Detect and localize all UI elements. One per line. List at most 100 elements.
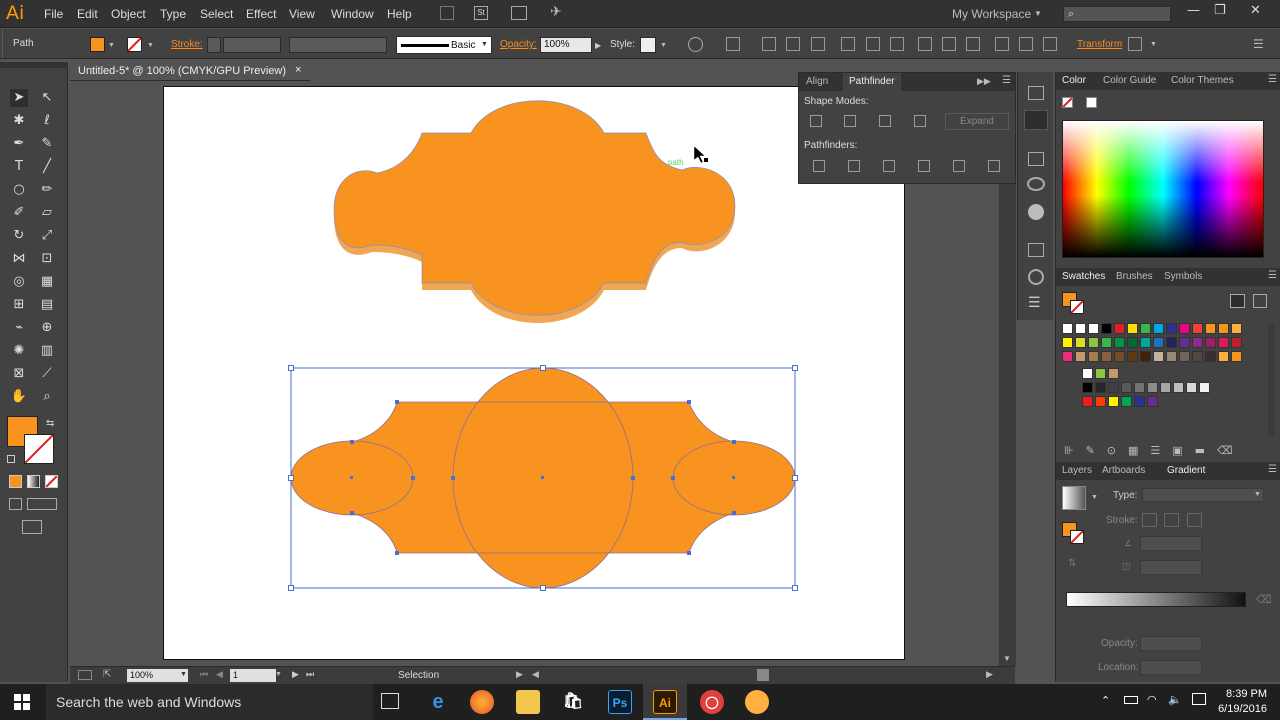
- close-icon[interactable]: ✕: [1250, 3, 1261, 18]
- tab-color-themes[interactable]: Color Themes: [1171, 75, 1234, 86]
- swatch[interactable]: [1082, 396, 1093, 407]
- input-method-icon[interactable]: [1192, 693, 1206, 705]
- swatch[interactable]: [1205, 323, 1216, 334]
- tab-color[interactable]: Color: [1062, 75, 1086, 86]
- swatch[interactable]: [1166, 351, 1177, 362]
- expand-button[interactable]: Expand: [945, 113, 1009, 130]
- artboard-nav-icon[interactable]: [78, 670, 92, 680]
- illustrator-icon[interactable]: Ai: [653, 690, 677, 714]
- panel-menu-icon[interactable]: ☰: [1268, 74, 1277, 85]
- tab-swatches[interactable]: Swatches: [1062, 271, 1105, 282]
- swatch[interactable]: [1082, 368, 1093, 379]
- swatch[interactable]: [1218, 323, 1229, 334]
- scroll-right-icon[interactable]: ▶: [986, 669, 993, 680]
- first-artboard-icon[interactable]: ⏮: [200, 669, 208, 680]
- swatch[interactable]: [1153, 351, 1164, 362]
- swatch[interactable]: [1231, 351, 1242, 362]
- swatch[interactable]: [1127, 337, 1138, 348]
- artboards-panel-icon[interactable]: [1028, 86, 1044, 100]
- swatch[interactable]: [1173, 382, 1184, 393]
- artboard-dropdown-icon[interactable]: ▼: [275, 671, 282, 678]
- trim-icon[interactable]: [848, 160, 860, 172]
- tab-symbols[interactable]: Symbols: [1164, 271, 1202, 282]
- symbols-panel-icon[interactable]: [1028, 269, 1044, 285]
- status-tool-label[interactable]: Selection: [398, 670, 439, 681]
- appearance-panel-icon[interactable]: [1028, 204, 1044, 220]
- gradient-opacity-field[interactable]: [1140, 636, 1202, 651]
- swatch[interactable]: [1062, 351, 1073, 362]
- intersect-icon[interactable]: [879, 115, 891, 127]
- firefox-icon[interactable]: [470, 690, 494, 714]
- horizontal-distribute-center-icon[interactable]: [1019, 37, 1033, 51]
- swatches-scrollbar[interactable]: [1268, 325, 1274, 435]
- swatch[interactable]: [1147, 382, 1158, 393]
- swatch[interactable]: [1231, 337, 1242, 348]
- swatch[interactable]: [1192, 351, 1203, 362]
- swatch[interactable]: [1205, 351, 1216, 362]
- swatch[interactable]: [1062, 323, 1073, 334]
- next-artboard-icon[interactable]: ▶: [292, 669, 299, 680]
- swatch[interactable]: [1075, 351, 1086, 362]
- edge-browser-icon[interactable]: e: [426, 690, 450, 714]
- media-player-icon[interactable]: [745, 690, 769, 714]
- swatch[interactable]: [1205, 337, 1216, 348]
- swatch-footer-icons[interactable]: ⊪✎⊙▦☰▣▬⌫: [1064, 444, 1245, 457]
- white-color-icon[interactable]: [1086, 97, 1097, 108]
- gradient-stroke-icon[interactable]: [1070, 530, 1084, 544]
- swatch[interactable]: [1088, 337, 1099, 348]
- previous-artboard-icon[interactable]: ◀: [216, 669, 223, 680]
- swatch[interactable]: [1121, 382, 1132, 393]
- align-panel-icon[interactable]: [1028, 243, 1044, 257]
- taskbar-search-box[interactable]: Search the web and Windows: [46, 684, 373, 720]
- photoshop-icon[interactable]: Ps: [608, 690, 632, 714]
- swatch[interactable]: [1179, 337, 1190, 348]
- stroke-within-icon[interactable]: [1142, 513, 1157, 527]
- record-app-icon[interactable]: ◯: [700, 690, 724, 714]
- swatch[interactable]: [1095, 368, 1106, 379]
- volume-icon[interactable]: 🔈: [1168, 693, 1182, 706]
- divide-icon[interactable]: [813, 160, 825, 172]
- swatches-stroke-icon[interactable]: [1070, 300, 1084, 314]
- swatch[interactable]: [1140, 323, 1151, 334]
- windows-start-icon[interactable]: [14, 694, 30, 713]
- swatch[interactable]: [1101, 351, 1112, 362]
- swatch[interactable]: [1127, 351, 1138, 362]
- tab-artboards[interactable]: Artboards: [1102, 465, 1145, 476]
- tab-brushes[interactable]: Brushes: [1116, 271, 1153, 282]
- crop-icon[interactable]: [918, 160, 930, 172]
- stroke-across-icon[interactable]: [1187, 513, 1202, 527]
- swatch[interactable]: [1062, 337, 1073, 348]
- tab-gradient[interactable]: Gradient: [1159, 465, 1205, 476]
- swatch[interactable]: [1075, 323, 1086, 334]
- layers-panel-icon[interactable]: ☰: [1028, 294, 1041, 311]
- battery-icon[interactable]: [1124, 696, 1138, 704]
- swatch[interactable]: [1160, 382, 1171, 393]
- swatch[interactable]: [1153, 323, 1164, 334]
- list-view-icon[interactable]: [1230, 294, 1245, 308]
- swatch[interactable]: [1166, 323, 1177, 334]
- swatch[interactable]: [1166, 337, 1177, 348]
- swatch[interactable]: [1127, 323, 1138, 334]
- swatch[interactable]: [1199, 382, 1210, 393]
- task-view-icon[interactable]: [381, 693, 399, 709]
- swatch[interactable]: [1108, 382, 1119, 393]
- tab-layers[interactable]: Layers: [1062, 465, 1092, 476]
- stroke-along-icon[interactable]: [1164, 513, 1179, 527]
- swatch[interactable]: [1218, 337, 1229, 348]
- transform-panel-icon[interactable]: [1028, 152, 1044, 166]
- aspect-ratio-field[interactable]: [1140, 560, 1202, 575]
- angle-field[interactable]: [1140, 536, 1202, 551]
- swatch[interactable]: [1179, 351, 1190, 362]
- swatch[interactable]: [1108, 368, 1119, 379]
- swatch[interactable]: [1101, 337, 1112, 348]
- status-menu-icon[interactable]: ▶: [516, 669, 523, 680]
- transform-link[interactable]: Transform: [1077, 39, 1122, 50]
- thumbnail-view-icon[interactable]: [1253, 294, 1267, 308]
- swatch[interactable]: [1114, 337, 1125, 348]
- tab-pathfinder[interactable]: Pathfinder: [843, 73, 901, 91]
- swatch[interactable]: [1095, 382, 1106, 393]
- swatch[interactable]: [1075, 337, 1086, 348]
- swatch[interactable]: [1231, 323, 1242, 334]
- isolate-icon[interactable]: [1128, 37, 1142, 51]
- outline-icon[interactable]: [953, 160, 965, 172]
